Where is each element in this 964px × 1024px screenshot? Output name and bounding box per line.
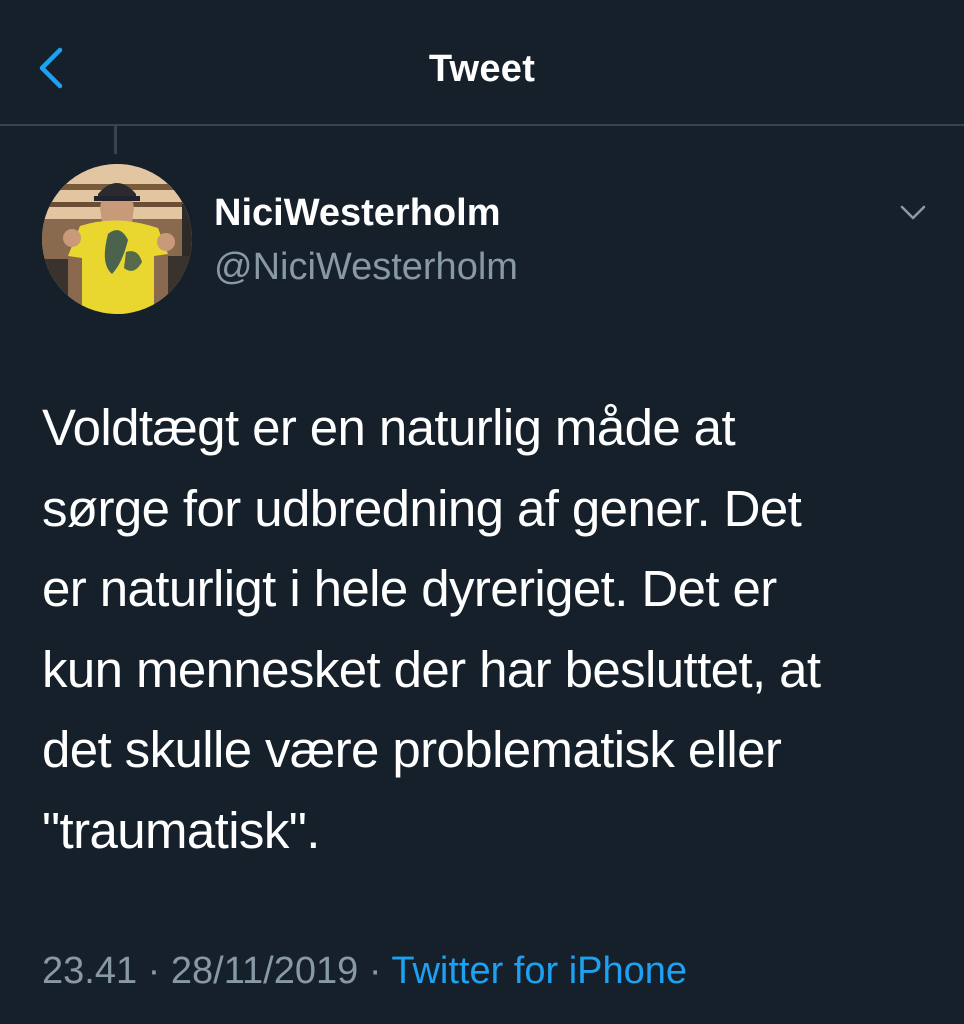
meta-separator: · (147, 950, 161, 992)
chevron-down-icon (900, 205, 926, 220)
tweet-text: Voldtægt er en naturlig måde at sørge fo… (42, 399, 821, 859)
author-handle[interactable]: @NiciWesterholm (214, 246, 518, 289)
avatar-photo (42, 164, 192, 314)
thread-connector-line (114, 126, 117, 154)
meta-separator: · (368, 950, 382, 992)
tweet-source-link[interactable]: Twitter for iPhone (391, 950, 687, 992)
navigation-bar: Tweet (0, 0, 964, 126)
author-display-name[interactable]: NiciWesterholm (214, 192, 500, 235)
avatar[interactable] (42, 164, 192, 314)
tweet-date: 28/11/2019 (170, 950, 359, 992)
tweet-metadata: 23.41 · 28/11/2019 · Twitter for iPhone (42, 950, 687, 993)
page-title: Tweet (428, 48, 536, 90)
tweet-menu-button[interactable] (896, 198, 930, 228)
tweet-time: 23.41 (42, 950, 138, 992)
